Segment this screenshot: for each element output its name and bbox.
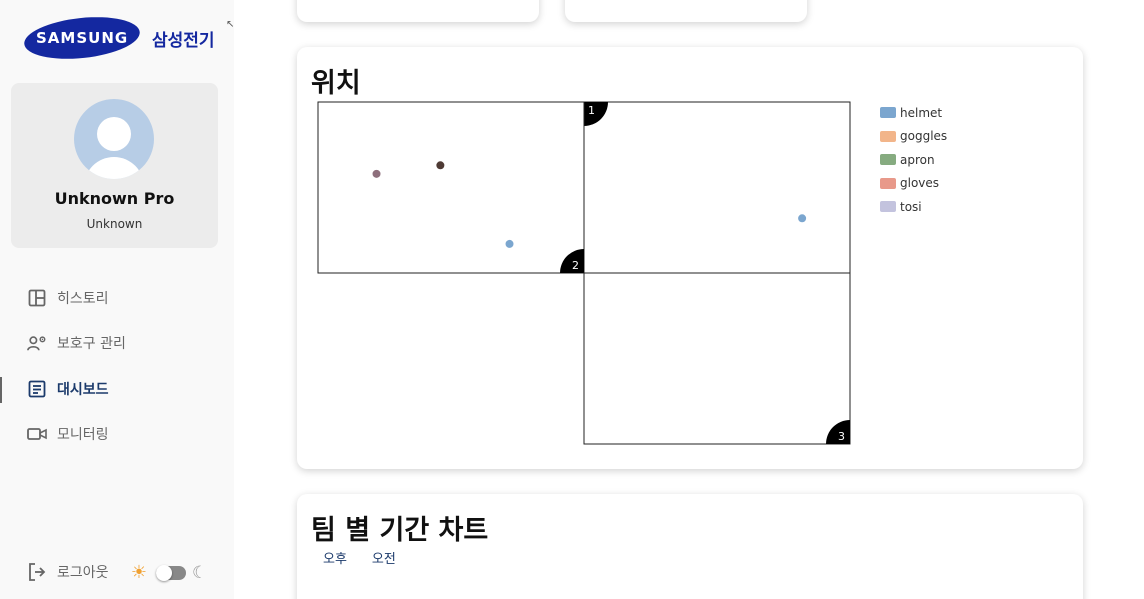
logout-label: 로그아웃 bbox=[57, 565, 109, 581]
logo-text: SAMSUNG bbox=[35, 29, 129, 48]
legend-label: helmet bbox=[900, 105, 943, 120]
logout-icon bbox=[27, 562, 47, 582]
mouse-cursor-icon: ↖ bbox=[226, 19, 235, 30]
sidebar-item-label: 대시보드 bbox=[57, 382, 109, 398]
tab-afternoon[interactable]: 오후 bbox=[323, 548, 347, 567]
brand-logo[interactable]: SAMSUNG 삼성전기 bbox=[22, 12, 215, 64]
legend-label: gloves bbox=[900, 176, 940, 191]
legend-item-apron[interactable]: apron bbox=[880, 148, 947, 172]
legend-label: apron bbox=[900, 152, 935, 167]
summary-card-2 bbox=[565, 0, 807, 22]
user-gear-icon bbox=[27, 333, 47, 353]
legend-label: goggles bbox=[900, 129, 948, 144]
legend-swatch bbox=[880, 130, 896, 142]
summary-card-1 bbox=[297, 0, 539, 22]
zone-1-label: 1 bbox=[588, 104, 595, 117]
sidebar: SAMSUNG 삼성전기 ↖ Unknown Pro Unknown 히스토리 … bbox=[0, 0, 234, 599]
team-chart-title: 팀 별 기간 차트 bbox=[311, 515, 489, 546]
logout-button[interactable]: 로그아웃 bbox=[27, 562, 109, 582]
sidebar-item-label: 히스토리 bbox=[57, 291, 109, 307]
sidebar-item-history[interactable]: 히스토리 bbox=[27, 287, 109, 309]
legend-label: tosi bbox=[900, 199, 922, 214]
theme-switcher: ☀ ☾ bbox=[128, 562, 207, 583]
legend-item-gloves[interactable]: gloves bbox=[880, 172, 947, 196]
team-period-chart-card: 팀 별 기간 차트 오후 오전 bbox=[297, 494, 1083, 599]
zone-3-label: 3 bbox=[838, 430, 845, 443]
avatar[interactable] bbox=[74, 99, 154, 179]
legend-item-tosi[interactable]: tosi bbox=[880, 195, 947, 219]
legend-swatch bbox=[880, 107, 896, 119]
profile-name: Unknown Pro bbox=[54, 189, 175, 208]
legend-item-helmet[interactable]: helmet bbox=[880, 101, 947, 125]
zone-2-area bbox=[317, 101, 585, 274]
zone-3-area bbox=[583, 272, 851, 445]
video-camera-icon bbox=[27, 424, 47, 444]
legend-swatch bbox=[880, 177, 896, 189]
sidebar-item-equipment[interactable]: 보호구 관리 bbox=[27, 332, 126, 354]
chart-legend: helmet goggles apron gloves tosi bbox=[880, 101, 947, 219]
legend-swatch bbox=[880, 201, 896, 213]
tab-morning[interactable]: 오전 bbox=[372, 548, 396, 567]
position-point[interactable] bbox=[798, 214, 807, 223]
brand-name: 삼성전기 bbox=[152, 30, 215, 51]
position-point[interactable] bbox=[505, 239, 514, 248]
layout-icon bbox=[27, 288, 47, 308]
zone-2-label: 2 bbox=[572, 259, 579, 272]
sidebar-item-monitoring[interactable]: 모니터링 bbox=[27, 423, 109, 445]
position-point[interactable] bbox=[436, 161, 445, 170]
team-chart-tabs: 오후 오전 bbox=[323, 548, 421, 567]
sidebar-item-label: 모니터링 bbox=[57, 427, 109, 443]
moon-icon: ☾ bbox=[192, 562, 208, 583]
samsung-logo: SAMSUNG bbox=[22, 12, 142, 64]
profile-card: Unknown Pro Unknown bbox=[11, 83, 218, 248]
active-indicator bbox=[0, 377, 2, 403]
sidebar-item-dashboard[interactable]: 대시보드 bbox=[27, 378, 109, 400]
document-icon bbox=[27, 379, 47, 399]
profile-role: Unknown bbox=[86, 217, 143, 231]
sidebar-item-label: 보호구 관리 bbox=[57, 336, 126, 352]
position-card: 위치 123 helmet goggles apron gloves tosi bbox=[297, 47, 1083, 469]
theme-toggle[interactable] bbox=[156, 564, 186, 581]
zone-1-area bbox=[583, 101, 851, 274]
position-point[interactable] bbox=[372, 169, 381, 178]
legend-item-goggles[interactable]: goggles bbox=[880, 125, 947, 149]
legend-swatch bbox=[880, 154, 896, 166]
sun-icon: ☀ bbox=[130, 562, 148, 583]
position-map-chart: 1 2 3 bbox=[317, 101, 851, 445]
